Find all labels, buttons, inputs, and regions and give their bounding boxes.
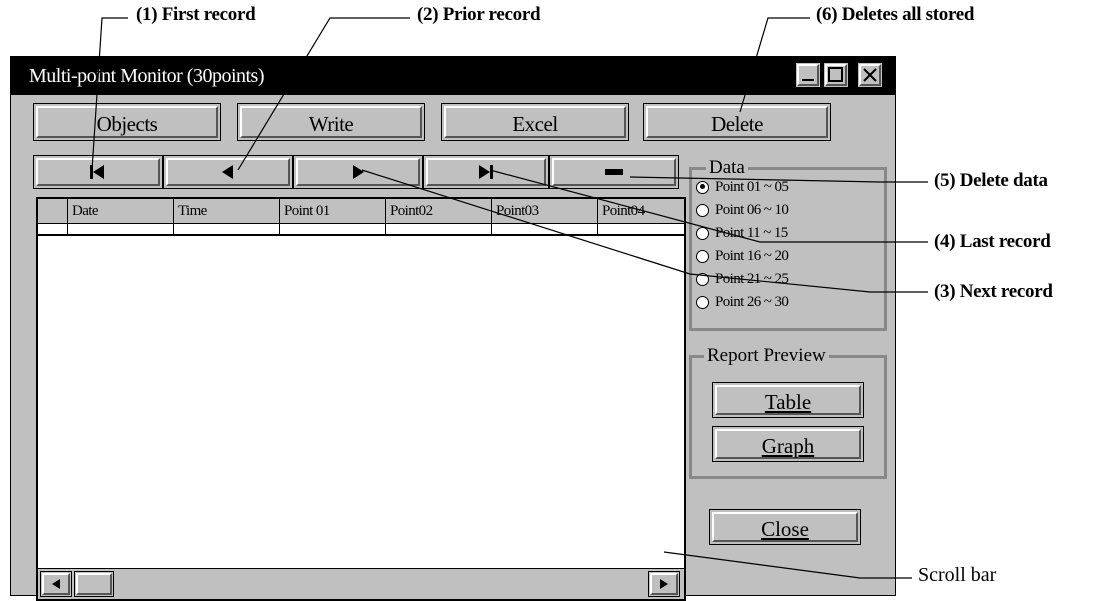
radio-label: Point 16 ~ 20 [715,247,789,264]
record-grid[interactable]: Date Time Point 01 Point02 Point03 Point… [36,197,686,601]
radio-button[interactable] [696,226,709,240]
delete-record-button[interactable] [549,155,679,189]
callout-last-record: (4) Last record [934,231,1051,252]
report-preview-group: Report Preview Table Graph [689,345,887,479]
graph-button[interactable]: Graph [712,426,864,462]
radio-button[interactable] [696,180,709,194]
point-range-radio[interactable]: Point 06 ~ 10 [696,199,789,221]
scroll-right-button[interactable] [648,571,680,597]
callout-deletes-all-stored: (6) Deletes all stored [816,4,975,25]
last-record-icon [479,165,493,179]
radio-label: Point 26 ~ 30 [715,293,789,310]
radio-label: Point 06 ~ 10 [715,201,789,218]
callout-prior-record: (2) Prior record [417,4,541,25]
maximize-button[interactable] [823,62,849,88]
title-bar: Multi-point Monitor (30points) [11,57,895,95]
first-record-icon [90,165,104,179]
table-button[interactable]: Table [712,382,864,418]
prior-record-icon [222,165,233,179]
delete-button[interactable]: Delete [643,103,831,141]
window-title: Multi-point Monitor (30points) [29,65,265,87]
horizontal-scrollbar[interactable] [38,568,684,599]
column-header[interactable]: Point04 [598,199,684,223]
point-range-radio[interactable]: Point 21 ~ 25 [696,268,789,290]
close-window-button[interactable] [857,62,883,88]
scroll-right-icon [660,579,668,589]
close-button-label: Close [761,517,809,541]
graph-button-label: Graph [761,434,815,458]
radio-button[interactable] [696,249,709,263]
minimize-button[interactable] [795,62,821,88]
radio-label: Point 21 ~ 25 [715,270,789,287]
radio-button[interactable] [696,203,709,217]
scroll-thumb[interactable] [74,571,114,597]
objects-button[interactable]: Objects [33,103,221,141]
point-range-radio[interactable]: Point 26 ~ 30 [696,291,789,313]
callout-scroll-bar: Scroll bar [918,564,997,586]
data-group: Data Point 01 ~ 05 Point 06 ~ 10 Point 11 … [689,157,887,331]
radio-button[interactable] [696,295,709,309]
app-window: Multi-point Monitor (30points) Objects W… [10,56,896,601]
first-record-button[interactable] [33,155,163,189]
grid-first-row [38,224,684,236]
callout-next-record: (3) Next record [934,281,1053,302]
grid-header: Date Time Point 01 Point02 Point03 Point… [38,199,684,224]
prior-record-button[interactable] [163,155,293,189]
delete-record-icon [605,169,623,175]
close-button[interactable]: Close [709,509,861,545]
objects-button-label: Objects [96,112,158,136]
scroll-left-button[interactable] [40,571,72,597]
radio-button[interactable] [696,272,709,286]
excel-button[interactable]: Excel [441,103,629,141]
callout-delete-data: (5) Delete data [934,170,1048,191]
point-range-radio[interactable]: Point 11 ~ 15 [696,222,788,244]
column-header[interactable]: Point02 [386,199,492,223]
delete-button-label: Delete [711,112,763,136]
point-range-radio[interactable]: Point 01 ~ 05 [696,176,789,198]
radio-label: Point 11 ~ 15 [715,224,788,241]
next-record-button[interactable] [293,155,423,189]
scroll-left-icon [52,579,60,589]
grid-corner [38,199,68,223]
next-record-icon [353,165,364,179]
radio-label: Point 01 ~ 05 [715,178,789,195]
callout-first-record: (1) First record [136,4,256,25]
close-icon [863,68,877,82]
table-button-label: Table [764,390,812,414]
column-header[interactable]: Point03 [492,199,598,223]
excel-button-label: Excel [512,112,558,136]
column-header[interactable]: Point 01 [280,199,386,223]
maximize-icon [828,67,843,82]
write-button[interactable]: Write [237,103,425,141]
column-header[interactable]: Date [68,199,174,223]
minimize-icon [802,79,814,81]
point-range-radio[interactable]: Point 16 ~ 20 [696,245,789,267]
last-record-button[interactable] [423,155,549,189]
write-button-label: Write [308,112,354,136]
column-header[interactable]: Time [174,199,280,223]
report-preview-label: Report Preview [704,345,829,367]
